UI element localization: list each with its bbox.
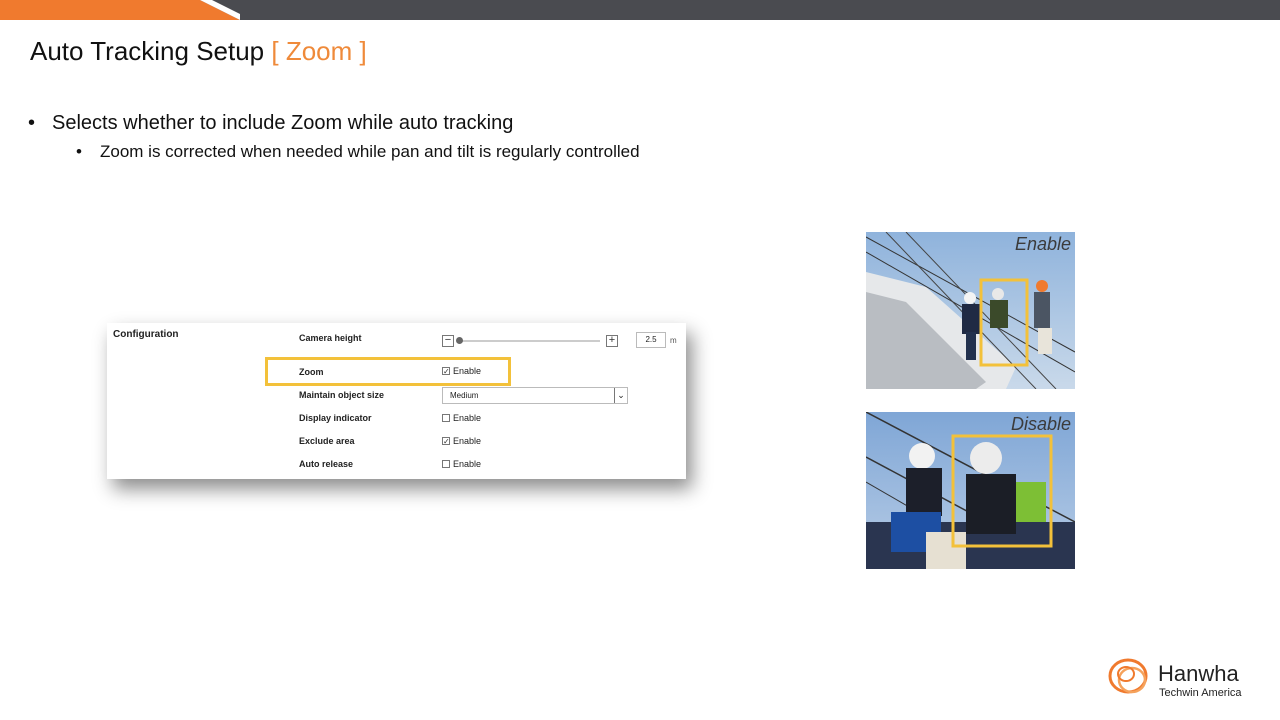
slider-thumb[interactable]: [456, 337, 463, 344]
slide-title-text: Auto Tracking Setup: [30, 36, 265, 66]
disable-photo-image: [866, 412, 1075, 569]
enable-photo-image: [866, 232, 1075, 389]
zoom-highlight-box: [265, 357, 511, 386]
bullet-dot: •: [28, 112, 36, 134]
disable-photo-label: Disable: [1010, 414, 1071, 434]
slider-plus-button[interactable]: +: [606, 335, 618, 347]
maintain-object-size-select[interactable]: Medium ⌄: [442, 387, 628, 404]
display-indicator-option: Enable: [453, 413, 482, 423]
camera-height-input[interactable]: 2.5: [636, 332, 666, 348]
enable-photo-label: Enable: [1014, 234, 1071, 254]
exclude-area-option: Enable: [453, 436, 482, 446]
hanwha-logo-mark-icon: [1108, 658, 1148, 694]
auto-release-checkbox[interactable]: Enable: [442, 459, 481, 469]
checkbox-unchecked-icon[interactable]: [442, 460, 450, 468]
camera-height-slider[interactable]: − +: [442, 334, 622, 348]
slider-track: [458, 340, 600, 342]
slide-title-accent: [ Zoom ]: [271, 36, 367, 66]
camera-height-unit: m: [670, 336, 677, 345]
slider-minus-button[interactable]: −: [442, 335, 454, 347]
bullet-dot: •: [76, 142, 82, 161]
bullet-main-text: Selects whether to include Zoom while au…: [52, 112, 514, 134]
maintain-object-size-value: Medium: [450, 391, 479, 400]
logo-name: Hanwha: [1158, 661, 1239, 686]
bullet-sub-text: Zoom is corrected when needed while pan …: [100, 142, 640, 161]
camera-height-label: Camera height: [299, 333, 362, 343]
auto-release-label: Auto release: [299, 459, 354, 469]
display-indicator-label: Display indicator: [299, 413, 372, 423]
logo-subtitle: Techwin America: [1159, 687, 1242, 699]
disable-photo: Disable: [866, 412, 1075, 569]
checkbox-unchecked-icon[interactable]: [442, 414, 450, 422]
exclude-area-label: Exclude area: [299, 436, 355, 446]
slide-title: Auto Tracking Setup [ Zoom ]: [30, 36, 367, 67]
top-bar: [0, 0, 1280, 20]
enable-photo: Enable: [866, 232, 1075, 389]
exclude-area-checkbox[interactable]: ✓ Enable: [442, 436, 481, 446]
auto-release-option: Enable: [453, 459, 482, 469]
configuration-panel: Configuration Camera height − + 2.5 m Zo…: [107, 323, 686, 479]
bullet-main: • Selects whether to include Zoom while a…: [28, 112, 513, 135]
configuration-label: Configuration: [113, 329, 179, 340]
chevron-down-icon[interactable]: ⌄: [614, 388, 627, 403]
maintain-object-size-label: Maintain object size: [299, 390, 385, 400]
display-indicator-checkbox[interactable]: Enable: [442, 413, 481, 423]
top-bar-accent: [0, 0, 240, 20]
hanwha-logo: Hanwha Techwin America: [1106, 656, 1266, 702]
checkbox-checked-icon[interactable]: ✓: [442, 437, 450, 446]
bullet-sub: • Zoom is corrected when needed while pan…: [76, 142, 640, 162]
